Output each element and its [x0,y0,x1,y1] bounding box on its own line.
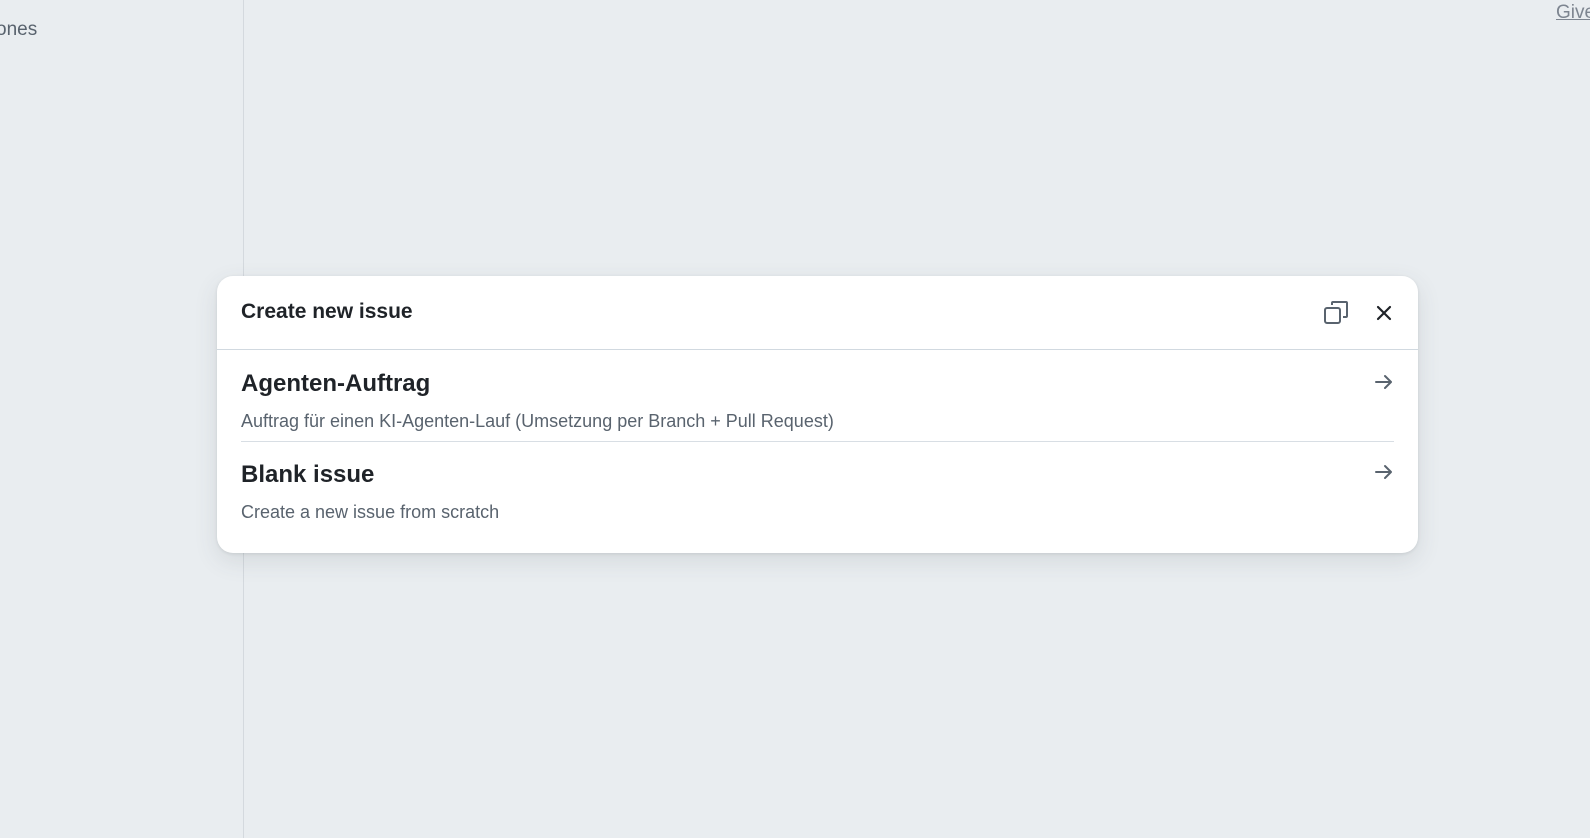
arrow-right-icon [1375,465,1392,479]
sidebar: ones [0,0,244,838]
dialog-header: Create new issue [217,276,1418,350]
copy-button[interactable] [1319,296,1353,330]
sidebar-item-label[interactable]: ones [0,19,37,41]
option-description: Auftrag für einen KI-Agenten-Lauf (Umset… [241,411,834,431]
dialog-title: Create new issue [241,300,413,323]
option-title: Blank issue [241,461,375,488]
issue-template-blank[interactable]: Blank issue Create a new issue from scra… [217,442,1418,532]
close-button[interactable] [1367,296,1401,330]
feedback-link[interactable]: Give [1556,2,1590,24]
copy-icon [1324,301,1348,324]
close-icon [1376,305,1392,321]
option-description: Create a new issue from scratch [241,502,500,522]
issue-template-agenten-auftrag[interactable]: Agenten-Auftrag Auftrag für einen KI-Age… [217,351,1418,441]
arrow-right-icon [1375,375,1392,389]
option-title: Agenten-Auftrag [241,370,431,397]
create-issue-dialog: Create new issue Agenten-Auftrag Auftrag… [217,276,1418,553]
